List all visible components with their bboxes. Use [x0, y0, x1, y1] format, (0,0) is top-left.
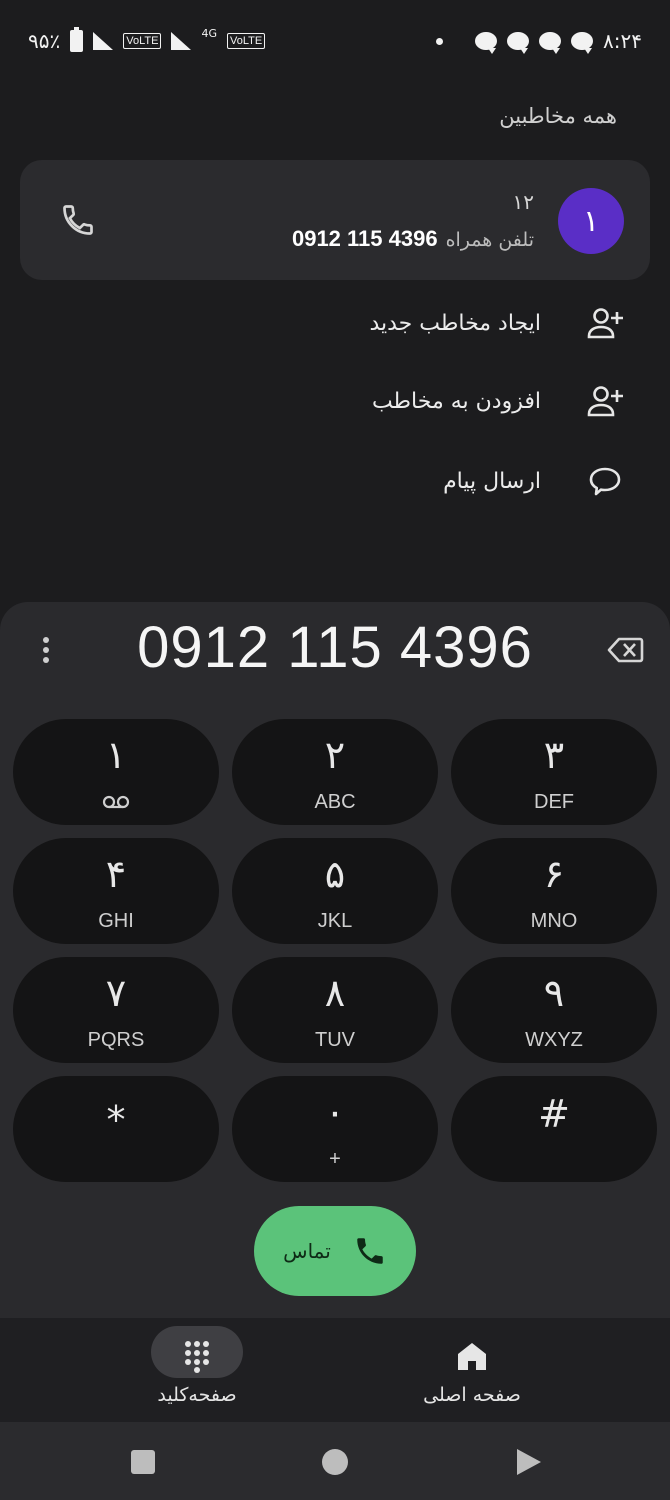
system-navigation-bar: [0, 1422, 670, 1500]
nav-keypad[interactable]: صفحه‌کلید: [97, 1326, 297, 1416]
volte-badge: VoLTE: [226, 33, 266, 49]
nav-home[interactable]: صفحه اصلی: [372, 1326, 572, 1416]
key-1[interactable]: ۱: [13, 719, 219, 825]
nav-label: صفحه‌کلید: [157, 1384, 237, 1406]
section-title: همه مخاطبین: [499, 104, 617, 128]
battery-percent: ۹۵٪: [28, 29, 61, 53]
key-digit: ۰: [324, 1090, 346, 1134]
key-letters: PQRS: [87, 1029, 145, 1051]
contact-phone-number: 0912 115 4396: [291, 226, 438, 251]
chat-notification-icon: [571, 32, 594, 54]
action-label: ایجاد مخاطب جدید: [369, 310, 541, 336]
status-right: ۸:۲۴: [436, 29, 642, 54]
status-bar: ۹۵٪ VoLTE 4G VoLTE ۸:۲۴: [0, 0, 670, 82]
key-letters: +: [329, 1148, 341, 1170]
key-digit: ۶: [543, 852, 565, 896]
action-label: افزودن به مخاطب: [371, 388, 541, 414]
battery-icon: [70, 27, 84, 52]
status-left: ۹۵٪ VoLTE 4G VoLTE: [28, 26, 266, 53]
contact-phone-type: تلفن همراه: [445, 229, 534, 251]
chat-notification-icon: [539, 32, 562, 54]
bottom-navigation: صفحه‌کلید صفحه اصلی: [0, 1318, 670, 1422]
key-0[interactable]: ۰ +: [232, 1076, 438, 1182]
dialpad-sheet: 0912 115 4396 ۱ ۲ ABC ۳ DEF ۴ GHI ۵ JKL …: [0, 602, 670, 1318]
contact-detail: تلفن همراه 0912 115 4396: [292, 226, 534, 252]
key-digit: ۹: [543, 971, 565, 1015]
call-button[interactable]: تماس: [254, 1206, 416, 1296]
key-letters: ABC: [314, 791, 356, 813]
home-button-icon[interactable]: [322, 1449, 348, 1475]
contact-suggestion-card[interactable]: ۱ ۱۲ تلفن همراه 0912 115 4396: [20, 160, 650, 280]
volte-badge: VoLTE: [123, 33, 162, 49]
key-letters: DEF: [534, 791, 574, 813]
action-label: ارسال پیام: [443, 468, 541, 494]
key-star[interactable]: *: [13, 1076, 219, 1182]
notification-dot-icon: [436, 37, 444, 45]
key-digit: ۵: [324, 852, 346, 896]
signal-icon: [93, 32, 114, 50]
voicemail-icon: [102, 795, 130, 809]
add-to-contact-action[interactable]: افزودن به مخاطب: [225, 376, 625, 426]
key-digit: ۲: [324, 733, 346, 777]
add-person-icon: [587, 386, 623, 417]
back-icon[interactable]: [517, 1449, 541, 1475]
add-person-icon: [587, 308, 623, 339]
message-bubble-icon: [589, 467, 621, 496]
key-3[interactable]: ۳ DEF: [451, 719, 657, 825]
key-digit: #: [538, 1092, 570, 1136]
signal-icon: [171, 32, 192, 50]
key-digit: ۳: [543, 733, 565, 777]
key-9[interactable]: ۹ WXYZ: [451, 957, 657, 1063]
nav-label: صفحه اصلی: [423, 1384, 521, 1406]
key-letters: JKL: [317, 910, 353, 932]
key-letters: WXYZ: [525, 1029, 583, 1051]
call-label: تماس: [283, 1239, 331, 1263]
key-digit: ۴: [105, 852, 127, 896]
key-digit: *: [106, 1098, 126, 1142]
key-digit: ۸: [324, 971, 346, 1015]
key-letters: TUV: [315, 1029, 355, 1051]
key-letters: GHI: [98, 910, 134, 932]
dialpad-icon: [185, 1341, 209, 1373]
clock: ۸:۲۴: [603, 29, 642, 53]
chat-notification-icon: [475, 32, 498, 54]
home-icon: [458, 1343, 486, 1370]
key-digit: ۱: [105, 733, 127, 777]
key-4[interactable]: ۴ GHI: [13, 838, 219, 944]
key-letters: MNO: [530, 910, 578, 932]
key-7[interactable]: ۷ PQRS: [13, 957, 219, 1063]
key-5[interactable]: ۵ JKL: [232, 838, 438, 944]
phone-icon: [357, 1238, 383, 1264]
key-6[interactable]: ۶ MNO: [451, 838, 657, 944]
phone-icon[interactable]: [60, 202, 96, 238]
create-contact-action[interactable]: ایجاد مخاطب جدید: [225, 298, 625, 348]
avatar: ۱: [558, 188, 624, 254]
chat-notification-icon: [507, 32, 530, 54]
network-type: 4G: [201, 26, 217, 40]
key-digit: ۷: [105, 971, 127, 1015]
key-hash[interactable]: #: [451, 1076, 657, 1182]
contact-name: ۱۲: [512, 190, 534, 214]
send-message-action[interactable]: ارسال پیام: [225, 456, 625, 506]
key-8[interactable]: ۸ TUV: [232, 957, 438, 1063]
recents-icon[interactable]: [131, 1450, 155, 1474]
dialed-number[interactable]: 0912 115 4396: [0, 614, 670, 681]
backspace-icon[interactable]: [606, 630, 646, 670]
key-2[interactable]: ۲ ABC: [232, 719, 438, 825]
